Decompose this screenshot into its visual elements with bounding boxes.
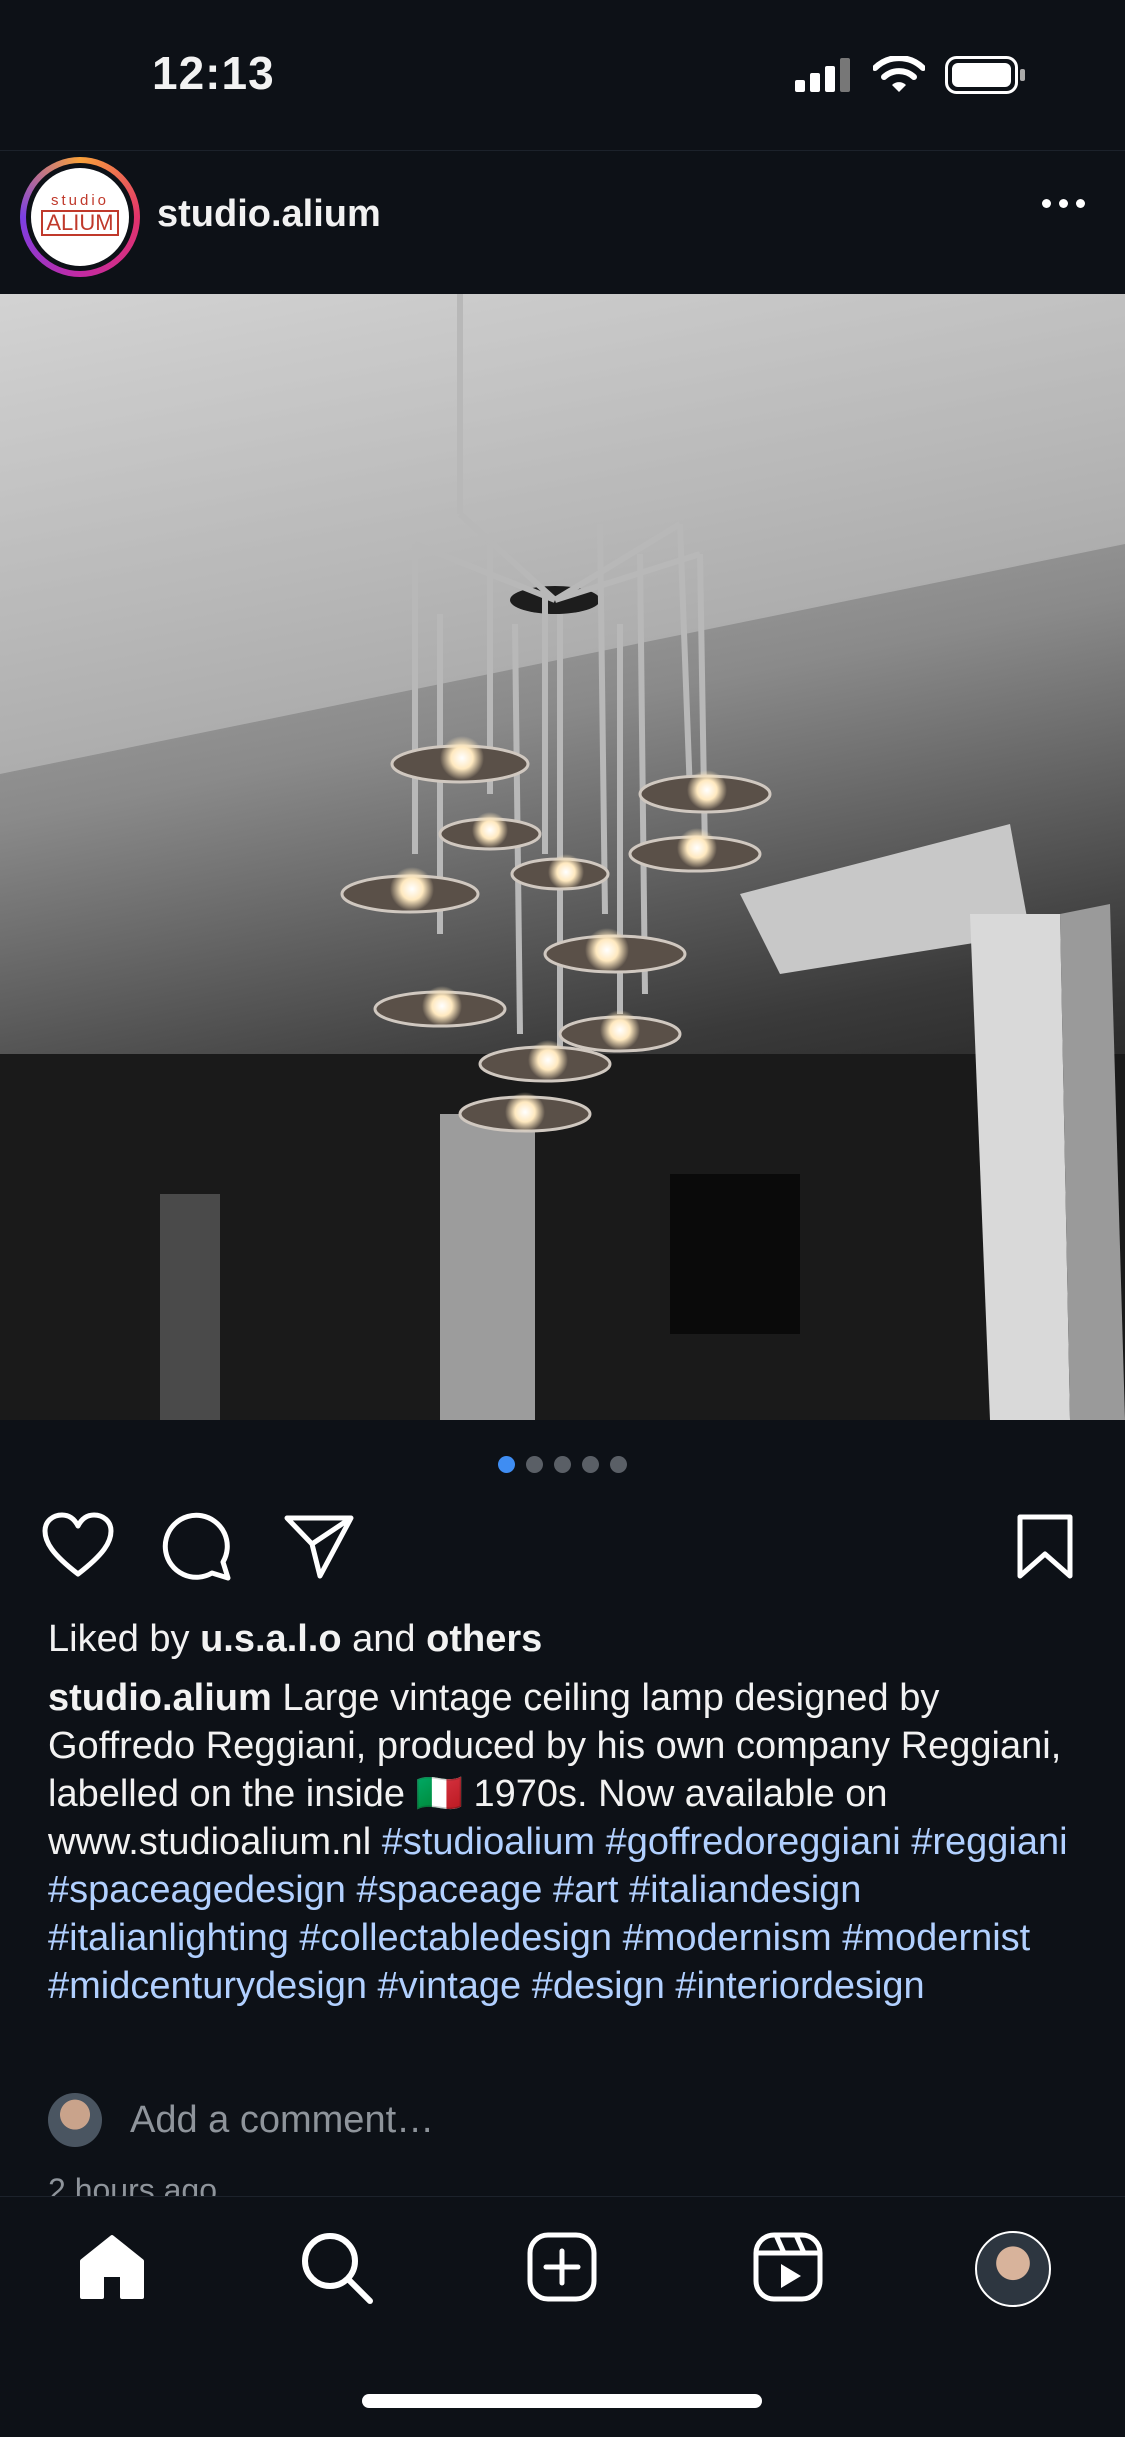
cellular-signal-icon: [795, 58, 850, 92]
status-icons: [795, 56, 1027, 94]
post-actions: [0, 1506, 1125, 1586]
add-comment-row[interactable]: Add a comment…: [48, 2090, 434, 2150]
profile-avatar[interactable]: [975, 2231, 1051, 2307]
add-comment-input[interactable]: Add a comment…: [130, 2099, 434, 2142]
carousel-dot: [526, 1456, 543, 1473]
status-time: 12:13: [152, 47, 275, 99]
status-bar: 12:13: [0, 0, 1125, 150]
liked-others[interactable]: others: [426, 1618, 542, 1660]
carousel-dot: [554, 1456, 571, 1473]
alium-logo: studio ALIUM: [31, 168, 129, 266]
comment-icon[interactable]: [162, 1512, 232, 1582]
logo-big-text: ALIUM: [41, 210, 119, 236]
liked-prefix: Liked by: [48, 1618, 201, 1660]
post-header: studio ALIUM studio.alium: [0, 150, 1125, 295]
bookmark-icon[interactable]: [1016, 1514, 1074, 1580]
post-caption: studio.alium Large vintage ceiling lamp …: [48, 1674, 1088, 2010]
create-post-icon[interactable]: [526, 2231, 598, 2303]
reels-icon[interactable]: [752, 2231, 824, 2303]
liked-user[interactable]: u.s.a.l.o: [200, 1618, 341, 1660]
home-indicator[interactable]: [362, 2394, 762, 2408]
story-avatar[interactable]: studio ALIUM: [20, 157, 140, 277]
logo-small-text: studio: [50, 192, 110, 209]
carousel-indicator: [0, 1456, 1125, 1473]
heart-icon[interactable]: [42, 1512, 114, 1578]
wifi-icon: [873, 56, 925, 92]
caption-username[interactable]: studio.alium: [48, 1677, 272, 1719]
battery-icon: [945, 56, 1025, 94]
post-image[interactable]: [0, 294, 1125, 1420]
liked-middle: and: [341, 1618, 427, 1660]
more-options-icon[interactable]: [1042, 199, 1085, 208]
search-icon[interactable]: [300, 2231, 374, 2305]
carousel-dot: [582, 1456, 599, 1473]
chandelier-photo: [0, 294, 1125, 1420]
user-avatar: [48, 2093, 102, 2147]
carousel-dot: [610, 1456, 627, 1473]
send-icon[interactable]: [284, 1514, 354, 1580]
liked-by-text: Liked by u.s.a.l.o and others: [48, 1618, 542, 1661]
post-username[interactable]: studio.alium: [157, 193, 381, 236]
home-icon[interactable]: [76, 2231, 148, 2303]
carousel-dot-active: [498, 1456, 515, 1473]
